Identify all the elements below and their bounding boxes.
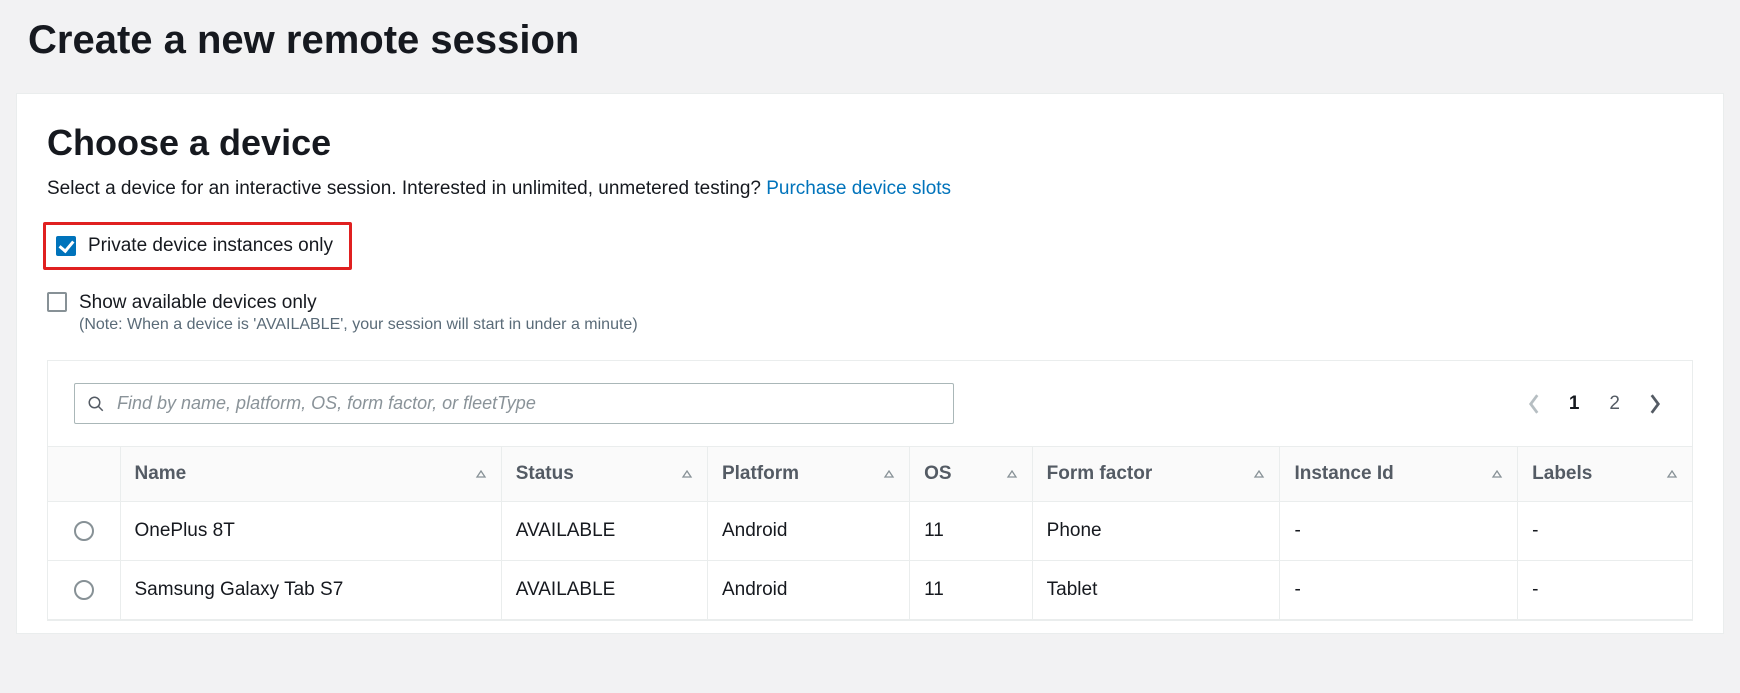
table-row[interactable]: OnePlus 8T AVAILABLE Android 11 Phone - …	[48, 502, 1692, 561]
sort-icon	[1253, 468, 1265, 480]
cell-labels: -	[1518, 502, 1692, 561]
col-name[interactable]: Name	[120, 447, 501, 502]
page-number-2[interactable]: 2	[1603, 393, 1626, 415]
cell-os: 11	[910, 561, 1033, 620]
search-icon	[87, 395, 105, 413]
col-select	[48, 447, 120, 502]
search-input[interactable]	[115, 392, 941, 415]
page-prev-button[interactable]	[1523, 393, 1545, 415]
panel-heading: Choose a device	[47, 122, 1693, 164]
available-only-row: Show available devices only (Note: When …	[47, 284, 1693, 342]
col-labels-label: Labels	[1532, 463, 1592, 485]
cell-status: AVAILABLE	[501, 502, 707, 561]
col-status[interactable]: Status	[501, 447, 707, 502]
col-status-label: Status	[516, 463, 574, 485]
chevron-left-icon	[1527, 393, 1541, 415]
row-select-radio[interactable]	[74, 521, 94, 541]
choose-device-panel: Choose a device Select a device for an i…	[16, 93, 1724, 634]
col-formfactor[interactable]: Form factor	[1032, 447, 1280, 502]
sort-icon	[1666, 468, 1678, 480]
col-labels[interactable]: Labels	[1518, 447, 1692, 502]
page-number-1[interactable]: 1	[1563, 393, 1586, 415]
available-only-checkbox[interactable]	[47, 292, 67, 312]
cell-status: AVAILABLE	[501, 561, 707, 620]
cell-platform: Android	[707, 502, 909, 561]
col-os-label: OS	[924, 463, 951, 485]
cell-platform: Android	[707, 561, 909, 620]
device-table: Name Status Platform OS Form factor Inst…	[48, 446, 1692, 620]
page-next-button[interactable]	[1644, 393, 1666, 415]
cell-name: OnePlus 8T	[120, 502, 501, 561]
panel-description: Select a device for an interactive sessi…	[47, 178, 1693, 200]
sort-icon	[883, 468, 895, 480]
col-platform-label: Platform	[722, 463, 799, 485]
col-instanceid-label: Instance Id	[1294, 463, 1393, 485]
purchase-device-slots-link[interactable]: Purchase device slots	[766, 178, 951, 199]
chevron-right-icon	[1648, 393, 1662, 415]
sort-icon	[475, 468, 487, 480]
sort-icon	[1491, 468, 1503, 480]
cell-os: 11	[910, 502, 1033, 561]
table-toolbar: 1 2	[48, 361, 1692, 446]
cell-instanceid: -	[1280, 502, 1518, 561]
page-title: Create a new remote session	[0, 0, 1740, 93]
device-table-container: 1 2 Name Status Platform OS Form facto	[47, 360, 1693, 621]
private-only-highlight: Private device instances only	[43, 222, 352, 270]
col-instanceid[interactable]: Instance Id	[1280, 447, 1518, 502]
cell-name: Samsung Galaxy Tab S7	[120, 561, 501, 620]
panel-description-text: Select a device for an interactive sessi…	[47, 178, 766, 199]
pagination: 1 2	[1523, 393, 1666, 415]
private-only-label: Private device instances only	[88, 235, 333, 257]
cell-formfactor: Phone	[1032, 502, 1280, 561]
table-row[interactable]: Samsung Galaxy Tab S7 AVAILABLE Android …	[48, 561, 1692, 620]
cell-instanceid: -	[1280, 561, 1518, 620]
available-only-label: Show available devices only	[79, 292, 638, 314]
col-os[interactable]: OS	[910, 447, 1033, 502]
cell-formfactor: Tablet	[1032, 561, 1280, 620]
cell-labels: -	[1518, 561, 1692, 620]
row-select-radio[interactable]	[74, 580, 94, 600]
private-only-checkbox[interactable]	[56, 236, 76, 256]
col-platform[interactable]: Platform	[707, 447, 909, 502]
col-name-label: Name	[135, 463, 187, 485]
sort-icon	[1006, 468, 1018, 480]
col-formfactor-label: Form factor	[1047, 463, 1153, 485]
sort-icon	[681, 468, 693, 480]
search-field[interactable]	[74, 383, 954, 424]
available-only-note: (Note: When a device is 'AVAILABLE', you…	[79, 316, 638, 334]
